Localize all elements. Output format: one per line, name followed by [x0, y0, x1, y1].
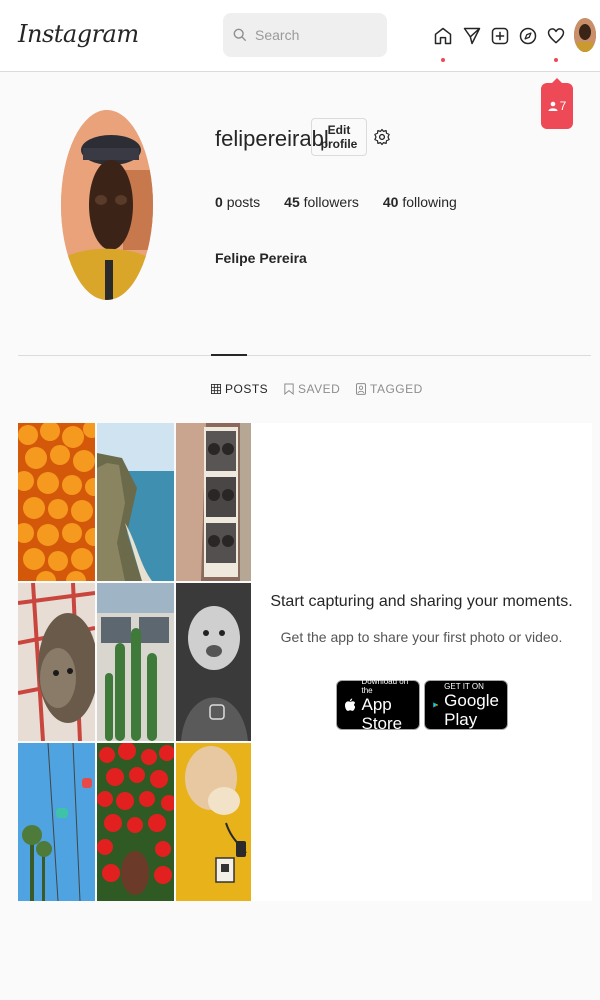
new-followers-count: 7: [559, 99, 567, 113]
tabs-divider: [18, 355, 591, 356]
app-store-text: Download on the App Store: [361, 677, 411, 733]
photobooth-strip-image: [176, 423, 253, 581]
home-button[interactable]: [432, 22, 454, 50]
amusement-park-image: [18, 743, 95, 901]
tab-tagged[interactable]: TAGGED: [356, 382, 423, 396]
profile-picture[interactable]: [61, 110, 153, 300]
compass-icon: [519, 27, 537, 45]
photo-tile-flowers[interactable]: [97, 743, 174, 901]
tab-saved[interactable]: SAVED: [284, 382, 340, 396]
posts-label: posts: [226, 194, 261, 210]
photo-tile-baby[interactable]: [176, 583, 253, 741]
google-play-icon: [433, 702, 439, 708]
search-input[interactable]: [255, 27, 375, 43]
cactus-building-image: [97, 583, 174, 741]
followers-stat[interactable]: 45 followers: [284, 194, 359, 210]
avatar: [574, 18, 596, 52]
paper-plane-icon: [463, 27, 481, 45]
active-tab-indicator: [211, 354, 247, 356]
followers-label: followers: [303, 194, 359, 210]
activity-button[interactable]: [545, 22, 567, 50]
empty-state-panel: Start capturing and sharing your moments…: [251, 423, 592, 901]
google-play-text: GET IT ON Google Play: [444, 682, 499, 729]
photo-tile-cactus[interactable]: [97, 583, 174, 741]
tab-posts[interactable]: POSTS: [211, 382, 268, 396]
google-play-button[interactable]: GET IT ON Google Play: [424, 680, 508, 730]
instagram-logo[interactable]: Instagram: [18, 20, 139, 48]
following-label: following: [402, 194, 457, 210]
posts-stat: 0 posts: [215, 194, 260, 210]
plus-square-icon: [491, 27, 509, 45]
profile-full-name: Felipe Pereira: [215, 250, 307, 266]
photo-tile-dog[interactable]: [18, 583, 95, 741]
app-store-small-text: Download on the: [361, 677, 409, 695]
edit-profile-button[interactable]: Edit profile: [311, 118, 367, 156]
photo-tile-coast[interactable]: [97, 423, 174, 581]
app-store-button[interactable]: Download on the App Store: [336, 677, 420, 733]
person-icon: [548, 101, 558, 111]
following-count: 40: [382, 194, 399, 210]
app-store-big-text: App Store: [361, 695, 403, 733]
empty-state-title: Start capturing and sharing your moments…: [270, 593, 573, 610]
explore-button[interactable]: [517, 22, 539, 50]
search-icon: [233, 28, 247, 42]
settings-button[interactable]: [372, 125, 392, 149]
photo-tile-cat[interactable]: [176, 743, 253, 901]
direct-messages-button[interactable]: [461, 22, 483, 50]
following-stat[interactable]: 40 following: [383, 194, 457, 210]
google-play-big-text: Google Play: [444, 690, 499, 729]
tab-posts-label: POSTS: [225, 382, 269, 396]
profile-photo: [61, 110, 153, 300]
search-box[interactable]: [223, 13, 387, 57]
followers-count: 45: [284, 194, 300, 210]
activity-dot: [554, 58, 558, 62]
google-play-small-text: GET IT ON: [444, 681, 484, 691]
photo-tile-photobooth[interactable]: [176, 423, 253, 581]
bookmark-icon: [284, 383, 294, 395]
cat-on-yellow-image: [176, 743, 253, 901]
photo-tile-oranges[interactable]: [18, 423, 95, 581]
new-post-button[interactable]: [489, 22, 511, 50]
coastline-image: [97, 423, 174, 581]
home-activity-dot: [441, 58, 445, 62]
photo-tile-ferris[interactable]: [18, 743, 95, 901]
tab-saved-label: SAVED: [298, 382, 341, 396]
sample-photo-grid: [18, 423, 253, 901]
grid-icon: [211, 384, 221, 394]
empty-state-subtitle: Get the app to share your first photo or…: [280, 629, 563, 645]
new-followers-badge[interactable]: 7: [541, 78, 573, 129]
tab-tagged-label: TAGGED: [370, 382, 423, 396]
home-icon: [434, 27, 452, 45]
profile-avatar-button[interactable]: [574, 18, 596, 52]
baby-bw-image: [176, 583, 253, 741]
oranges-image: [18, 423, 95, 581]
gear-icon: [374, 128, 390, 146]
red-flowers-image: [97, 743, 174, 901]
tagged-user-icon: [356, 383, 366, 395]
top-nav-bar: Instagram: [0, 0, 600, 72]
profile-stats: 0 posts 45 followers 40 following: [215, 194, 457, 210]
posts-count: 0: [215, 194, 223, 210]
heart-icon: [547, 28, 565, 44]
dog-on-blanket-image: [18, 583, 95, 741]
apple-icon: [345, 698, 356, 711]
